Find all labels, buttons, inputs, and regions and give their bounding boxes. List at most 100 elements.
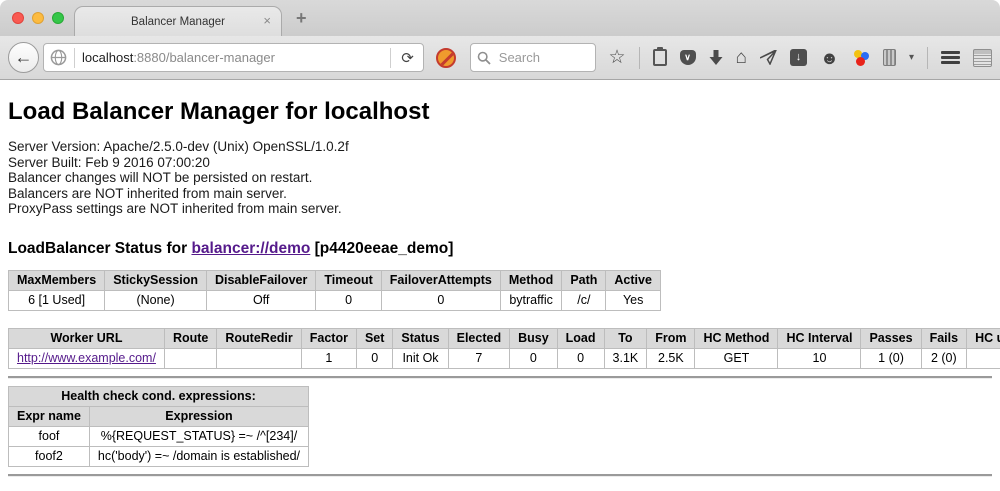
col-route: Route: [164, 328, 216, 348]
val-active: Yes: [606, 290, 661, 310]
val-expr-name-2: foof2: [9, 446, 90, 466]
col-hc-uri: HC uri: [967, 328, 1000, 348]
close-window-button[interactable]: [12, 12, 24, 24]
col-busy: Busy: [510, 328, 558, 348]
col-disablefailover: DisableFailover: [206, 270, 315, 290]
val-fails: 2 (0): [921, 348, 967, 368]
url-bar[interactable]: localhost:8880/balancer-manager ⟳: [43, 43, 424, 72]
val-from: 2.5K: [647, 348, 695, 368]
col-passes: Passes: [861, 328, 921, 348]
content-blocked-icon[interactable]: [436, 48, 456, 68]
url-text[interactable]: localhost:8880/balancer-manager: [82, 50, 383, 65]
val-passes: 1 (0): [861, 348, 921, 368]
pocket-icon[interactable]: ∨: [680, 50, 696, 65]
balancer-data-row: 6 [1 Used] (None) Off 0 0 bytraffic /c/ …: [9, 290, 661, 310]
tab-title: Balancer Manager: [131, 16, 225, 28]
status-heading-prefix: LoadBalancer Status for: [8, 240, 191, 257]
server-version-line: Server Version: Apache/2.5.0-dev (Unix) …: [8, 139, 992, 155]
send-plane-icon[interactable]: [760, 50, 777, 65]
page-content: Load Balancer Manager for localhost Serv…: [0, 80, 1000, 490]
loadbalancer-status-heading: LoadBalancer Status for balancer://demo …: [8, 240, 992, 258]
balancer-demo-link[interactable]: balancer://demo: [191, 240, 310, 257]
val-load: 0: [557, 348, 604, 368]
url-path: :8880/balancer-manager: [133, 50, 275, 65]
val-to: 3.1K: [604, 348, 647, 368]
col-timeout: Timeout: [316, 270, 381, 290]
val-expression-1: %{REQUEST_STATUS} =~ /^[234]/: [89, 426, 308, 446]
col-set: Set: [356, 328, 392, 348]
section-divider: [8, 376, 992, 379]
minimize-window-button[interactable]: [32, 12, 44, 24]
server-built-line: Server Built: Feb 9 2016 07:00:20: [8, 155, 992, 171]
hello-smiley-icon[interactable]: ☻: [820, 49, 839, 67]
search-icon: [477, 51, 491, 65]
col-failoverattempts: FailoverAttempts: [381, 270, 500, 290]
bookmark-star-icon[interactable]: ☆: [608, 48, 625, 67]
col-expression: Expression: [89, 406, 308, 426]
tab-bar: Balancer Manager × +: [0, 0, 1000, 36]
val-busy: 0: [510, 348, 558, 368]
val-stickysession: (None): [105, 290, 207, 310]
browser-tab[interactable]: Balancer Manager ×: [74, 6, 282, 36]
health-row-foof: foof %{REQUEST_STATUS} =~ /^[234]/: [9, 426, 309, 446]
worker-table: Worker URL Route RouteRedir Factor Set S…: [8, 328, 1000, 369]
menu-icon[interactable]: [941, 51, 960, 64]
toolbar-separator-2: [927, 47, 928, 69]
balancer-params-table: MaxMembers StickySession DisableFailover…: [8, 270, 661, 311]
col-to: To: [604, 328, 647, 348]
tab-close-icon[interactable]: ×: [263, 14, 271, 28]
col-stickysession: StickySession: [105, 270, 207, 290]
val-failoverattempts: 0: [381, 290, 500, 310]
val-method: bytraffic: [500, 290, 561, 310]
health-header-row: Expr name Expression: [9, 406, 309, 426]
col-hc-interval: HC Interval: [778, 328, 861, 348]
colored-dots-extension-icon[interactable]: [852, 50, 870, 66]
urlbar-divider-right: [390, 48, 391, 68]
downloads-icon[interactable]: [709, 50, 723, 66]
col-routeredir: RouteRedir: [217, 328, 301, 348]
search-input[interactable]: [497, 49, 589, 66]
val-hc-interval: 10: [778, 348, 861, 368]
val-elected: 7: [448, 348, 509, 368]
col-expr-name: Expr name: [9, 406, 90, 426]
health-check-table: Health check cond. expressions: Expr nam…: [8, 386, 309, 467]
bottom-divider: [8, 474, 992, 477]
val-expression-2: hc('body') =~ /domain is established/: [89, 446, 308, 466]
home-icon[interactable]: ⌂: [736, 48, 747, 67]
download-manager-icon[interactable]: ↓: [790, 49, 807, 66]
val-worker-url: http://www.example.com/: [9, 348, 165, 368]
val-expr-name-1: foof: [9, 426, 90, 446]
worker-header-row: Worker URL Route RouteRedir Factor Set S…: [9, 328, 1000, 348]
back-icon: ←: [15, 47, 33, 68]
val-route: [164, 348, 216, 368]
balancer-header-row: MaxMembers StickySession DisableFailover…: [9, 270, 661, 290]
col-path: Path: [562, 270, 606, 290]
globe-icon[interactable]: [50, 49, 67, 66]
toolbar-separator: [639, 47, 640, 69]
col-maxmembers: MaxMembers: [9, 270, 105, 290]
grid-page-icon[interactable]: [973, 49, 992, 67]
val-routeredir: [217, 348, 301, 368]
worker-url-link[interactable]: http://www.example.com/: [17, 351, 156, 365]
page-title: Load Balancer Manager for localhost: [8, 98, 992, 126]
health-table-title: Health check cond. expressions:: [9, 386, 309, 406]
col-hc-method: HC Method: [695, 328, 778, 348]
health-row-foof2: foof2 hc('body') =~ /domain is establish…: [9, 446, 309, 466]
traffic-lights: [12, 12, 64, 24]
server-info: Server Version: Apache/2.5.0-dev (Unix) …: [8, 139, 992, 217]
new-tab-button[interactable]: +: [296, 8, 307, 29]
container-extension-icon[interactable]: [883, 49, 896, 66]
proxypass-notice-line: ProxyPass settings are NOT inherited fro…: [8, 201, 992, 217]
persist-notice-line: Balancer changes will NOT be persisted o…: [8, 170, 992, 186]
col-worker-url: Worker URL: [9, 328, 165, 348]
health-title-row: Health check cond. expressions:: [9, 386, 309, 406]
overflow-caret-icon[interactable]: ▾: [909, 52, 914, 63]
back-button[interactable]: ←: [8, 42, 39, 73]
zoom-window-button[interactable]: [52, 12, 64, 24]
val-hc-method: GET: [695, 348, 778, 368]
search-bar[interactable]: [470, 43, 597, 72]
col-factor: Factor: [301, 328, 356, 348]
clipboard-icon[interactable]: [653, 49, 667, 66]
reload-icon[interactable]: ⟳: [398, 49, 417, 67]
val-disablefailover: Off: [206, 290, 315, 310]
